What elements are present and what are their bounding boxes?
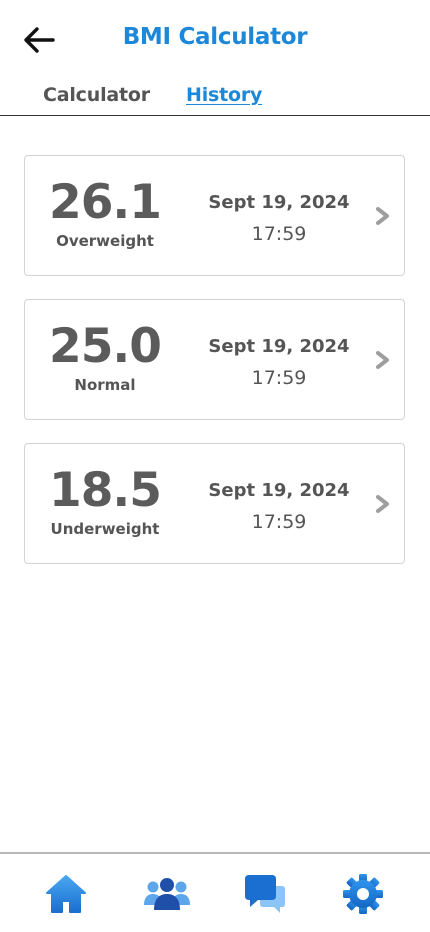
chevron-right-icon bbox=[376, 351, 389, 369]
history-card[interactable]: 26.1 Overweight Sept 19, 2024 17:59 bbox=[24, 155, 405, 276]
history-list: 26.1 Overweight Sept 19, 2024 17:59 25.0… bbox=[24, 155, 405, 587]
bottom-nav bbox=[0, 854, 430, 932]
record-date: Sept 19, 2024 bbox=[208, 336, 350, 357]
nav-home-button[interactable] bbox=[42, 872, 90, 916]
page-title: BMI Calculator bbox=[122, 24, 308, 50]
gear-icon bbox=[343, 874, 383, 914]
bmi-category: Overweight bbox=[56, 232, 154, 250]
record-time: 17:59 bbox=[251, 511, 307, 533]
history-card[interactable]: 25.0 Normal Sept 19, 2024 17:59 bbox=[24, 299, 405, 420]
history-card[interactable]: 18.5 Underweight Sept 19, 2024 17:59 bbox=[24, 443, 405, 564]
bmi-category: Underweight bbox=[50, 520, 160, 538]
nav-settings-button[interactable] bbox=[339, 872, 387, 916]
record-date: Sept 19, 2024 bbox=[208, 192, 350, 213]
tab-bar: Calculator History bbox=[0, 84, 430, 116]
nav-people-button[interactable] bbox=[143, 872, 191, 916]
tab-calculator[interactable]: Calculator bbox=[43, 84, 150, 106]
record-time: 17:59 bbox=[251, 367, 307, 389]
bmi-category: Normal bbox=[74, 376, 136, 394]
tab-history[interactable]: History bbox=[186, 84, 262, 106]
bmi-value: 26.1 bbox=[49, 175, 162, 230]
chat-icon bbox=[245, 875, 285, 913]
nav-chat-button[interactable] bbox=[241, 872, 289, 916]
chevron-right-icon bbox=[376, 207, 389, 225]
home-icon bbox=[46, 875, 86, 913]
tabs-divider bbox=[0, 115, 430, 116]
bmi-app: BMI Calculator Calculator History 26.1 O… bbox=[0, 0, 430, 932]
record-date: Sept 19, 2024 bbox=[208, 480, 350, 501]
record-time: 17:59 bbox=[251, 223, 307, 245]
chevron-right-icon bbox=[376, 495, 389, 513]
bmi-value: 18.5 bbox=[49, 463, 162, 518]
people-icon bbox=[144, 878, 190, 910]
bmi-value: 25.0 bbox=[49, 319, 162, 374]
